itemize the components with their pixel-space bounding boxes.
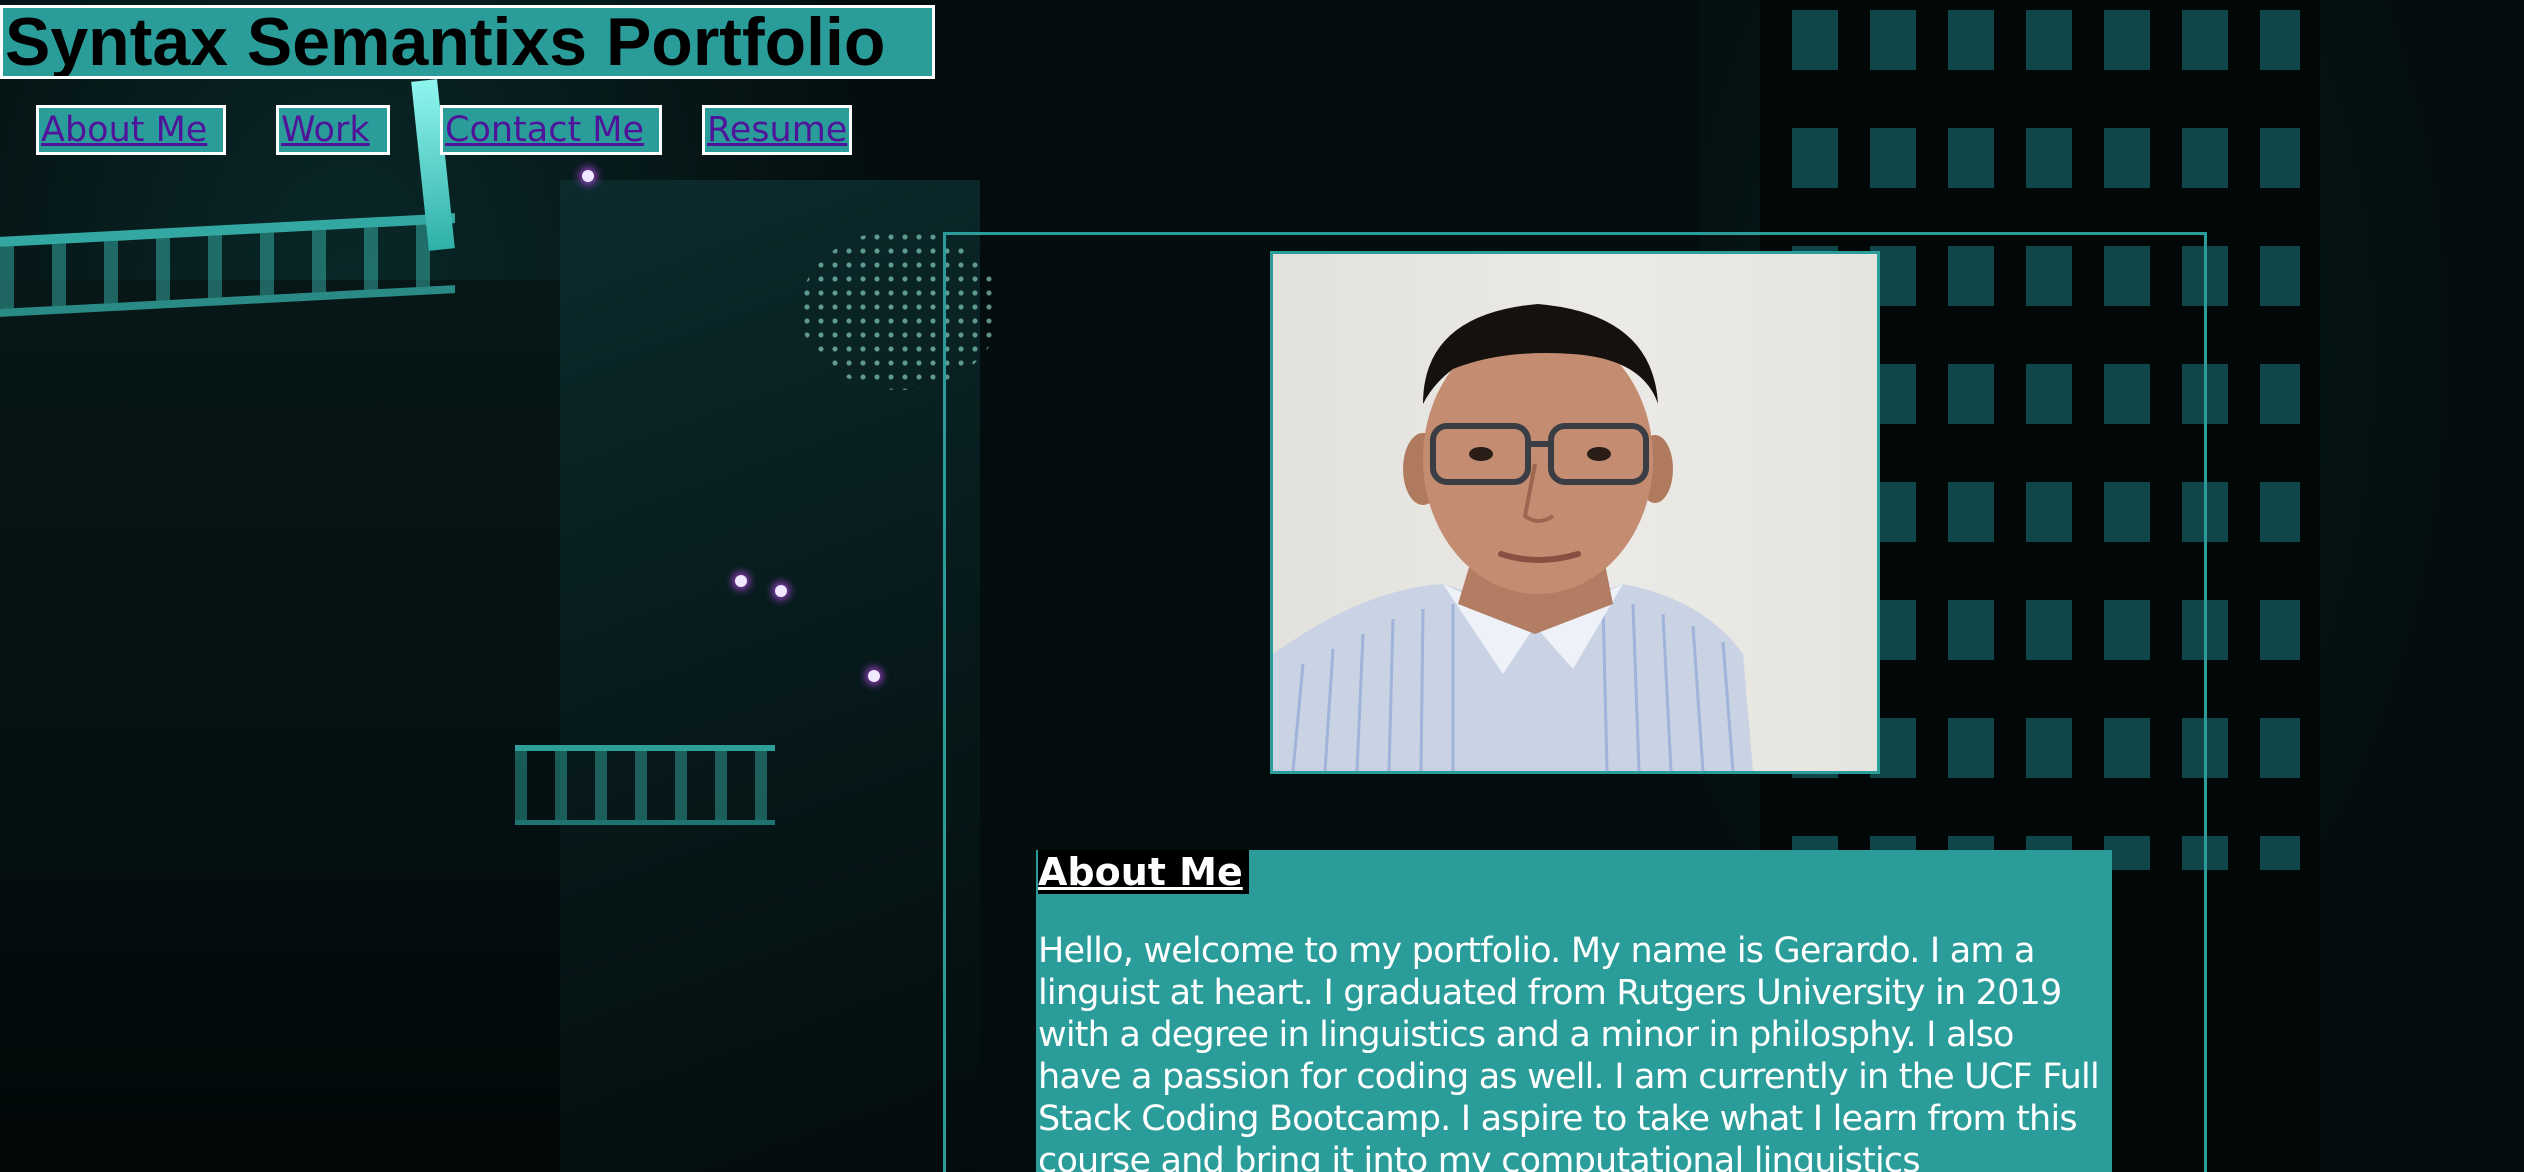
nav-link-contact-me[interactable]: Contact Me xyxy=(440,105,662,155)
nav-link-about-me[interactable]: About Me xyxy=(36,105,226,155)
about-section: About Me Hello, welcome to my portfolio.… xyxy=(1036,850,2112,1172)
site-title: Syntax Semantixs Portfolio xyxy=(0,5,935,79)
background-building-left xyxy=(0,280,560,1172)
profile-photo xyxy=(1270,251,1880,774)
background-car-light xyxy=(775,585,787,597)
background-car-light xyxy=(868,670,880,682)
background-street-light xyxy=(582,170,594,182)
background-car-light xyxy=(735,575,747,587)
about-text: Hello, welcome to my portfolio. My name … xyxy=(1038,931,2100,1172)
main-nav: About Me Work Contact Me Resume xyxy=(36,105,852,155)
nav-link-resume[interactable]: Resume xyxy=(702,105,852,155)
background-lit-bridge xyxy=(515,745,775,825)
nav-link-work[interactable]: Work xyxy=(276,105,390,155)
about-heading: About Me xyxy=(1038,850,1249,894)
